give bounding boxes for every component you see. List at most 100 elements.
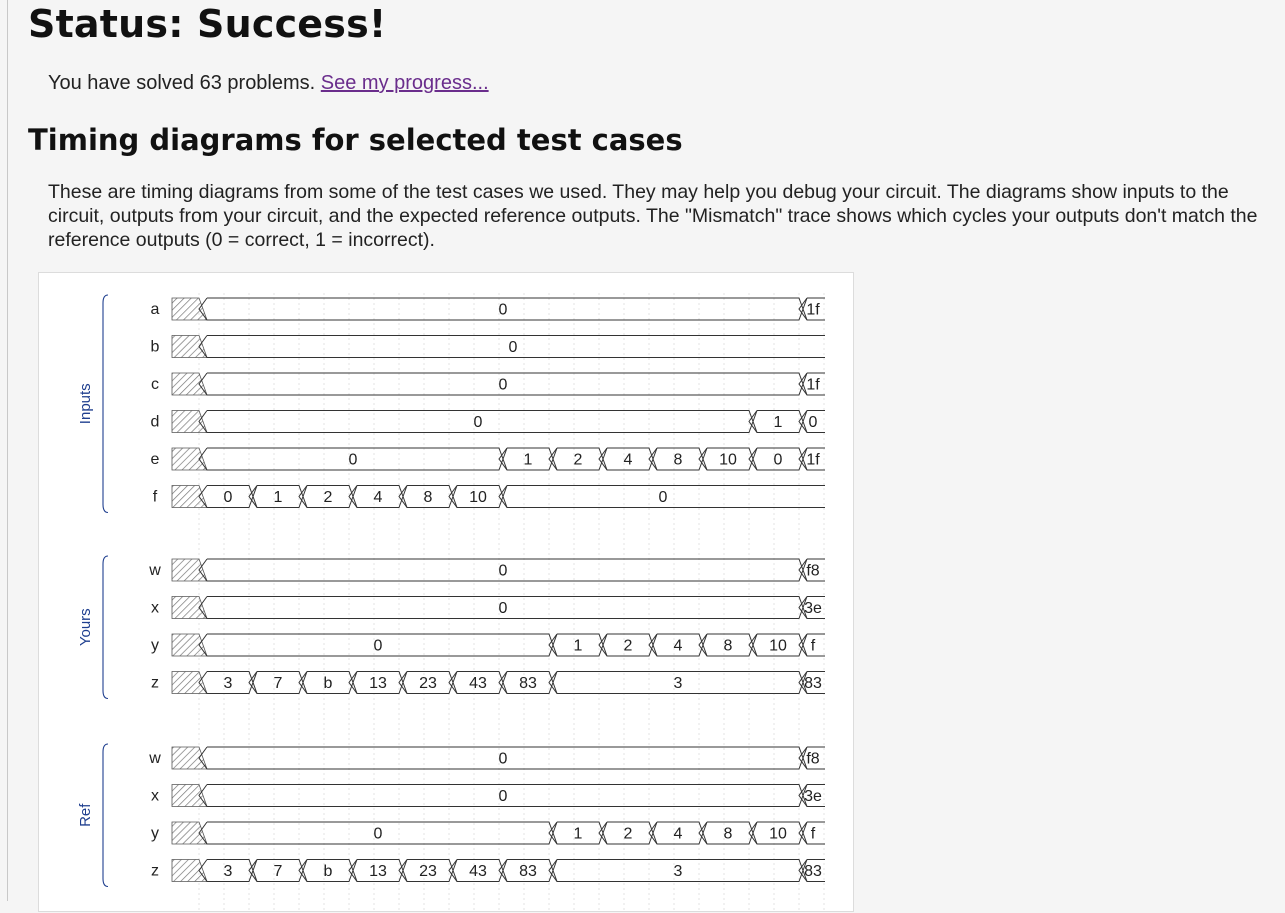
signal-value: 23 bbox=[419, 675, 437, 692]
group-brace bbox=[102, 743, 109, 888]
signal-name: a bbox=[151, 301, 160, 318]
signal-value: 83 bbox=[519, 863, 537, 880]
signal-value: 1 bbox=[574, 638, 583, 655]
undefined-hatch bbox=[171, 335, 208, 358]
timing-diagram-panel: Inputs a 0 1f b 0 c 0 1f d 0 1 0 e 0 1 2 4 8 10 0 1f f 0 1 2 4 8 10 0… bbox=[38, 272, 854, 913]
section-description: These are timing diagrams from some of t… bbox=[48, 181, 1258, 251]
signal-value: 43 bbox=[469, 675, 487, 692]
signal-value: 83 bbox=[804, 675, 822, 692]
signal-value: 2 bbox=[624, 638, 633, 655]
signal-value: 0 bbox=[474, 414, 483, 431]
signal-value: 10 bbox=[469, 489, 487, 506]
solved-count-text: You have solved 63 problems. bbox=[48, 72, 316, 94]
undefined-hatch bbox=[171, 671, 208, 694]
section-title: Timing diagrams for selected test cases bbox=[28, 123, 683, 157]
signal-value: 3 bbox=[224, 675, 233, 692]
signal-value: 1 bbox=[274, 489, 283, 506]
signal-value: 43 bbox=[469, 863, 487, 880]
signal-value: 23 bbox=[419, 863, 437, 880]
signal-value: 2 bbox=[324, 489, 333, 506]
signal-value: 4 bbox=[674, 638, 683, 655]
group-brace bbox=[102, 294, 109, 514]
signal-name: x bbox=[151, 788, 159, 805]
signal-name: c bbox=[151, 376, 159, 393]
signal-value: 3e bbox=[804, 600, 822, 617]
undefined-hatch bbox=[171, 859, 208, 882]
signal-value: 0 bbox=[224, 489, 233, 506]
signal-value: 8 bbox=[724, 638, 733, 655]
signal-value: 1 bbox=[574, 826, 583, 843]
group-label-yours: Yours bbox=[77, 608, 94, 646]
timing-diagram: Inputsa 0 1fb 0c 0 1fd 0 1 0e 0 1 2 4 8 10 0 1ff 0 1 2 4 8 10 0… bbox=[77, 293, 825, 913]
signal-value: 10 bbox=[769, 826, 787, 843]
undefined-hatch bbox=[171, 821, 208, 845]
signal-name: b bbox=[151, 339, 160, 356]
signal-value: f8 bbox=[806, 563, 819, 580]
signal-name: z bbox=[151, 675, 159, 692]
undefined-hatch bbox=[171, 558, 208, 582]
signal-value: 3 bbox=[224, 863, 233, 880]
signal-value: b bbox=[324, 863, 333, 880]
undefined-hatch bbox=[171, 746, 208, 770]
undefined-hatch bbox=[171, 596, 208, 619]
signal-value: f8 bbox=[806, 751, 819, 768]
progress-line: You have solved 63 problems. See my prog… bbox=[48, 70, 489, 96]
signal-value: 8 bbox=[674, 452, 683, 469]
undefined-hatch bbox=[171, 485, 208, 508]
signal-value: 13 bbox=[369, 863, 387, 880]
signal-value: 0 bbox=[374, 826, 383, 843]
signal-value: 10 bbox=[719, 452, 737, 469]
signal-value: 1f bbox=[806, 452, 820, 469]
see-progress-link[interactable]: See my progress... bbox=[321, 72, 489, 94]
signal-name: z bbox=[151, 863, 159, 880]
signal-value: 13 bbox=[369, 675, 387, 692]
signal-value: 0 bbox=[499, 302, 508, 319]
signal-value: 0 bbox=[809, 414, 818, 431]
signal-value: 10 bbox=[769, 638, 787, 655]
signal-value: b bbox=[324, 675, 333, 692]
undefined-hatch bbox=[171, 447, 208, 471]
group-brace bbox=[102, 555, 109, 700]
signal-name: y bbox=[151, 637, 159, 654]
signal-name: f bbox=[153, 489, 158, 506]
page-left-border bbox=[7, 0, 8, 901]
signal-name: d bbox=[151, 414, 160, 431]
signal-value: 3 bbox=[674, 675, 683, 692]
signal-value: 7 bbox=[274, 863, 283, 880]
signal-name: w bbox=[148, 562, 161, 579]
signal-value: f bbox=[811, 638, 816, 655]
undefined-hatch bbox=[171, 297, 208, 321]
signal-value: 7 bbox=[274, 675, 283, 692]
undefined-hatch bbox=[171, 784, 208, 807]
signal-value: 83 bbox=[804, 863, 822, 880]
signal-value: 4 bbox=[674, 826, 683, 843]
signal-value: 1 bbox=[524, 452, 533, 469]
signal-value: 2 bbox=[624, 826, 633, 843]
signal-value: 0 bbox=[499, 600, 508, 617]
signal-value: 1f bbox=[806, 302, 820, 319]
signal-value: 4 bbox=[624, 452, 633, 469]
group-label-ref: Ref bbox=[77, 803, 94, 827]
signal-name: y bbox=[151, 825, 159, 842]
undefined-hatch bbox=[171, 633, 208, 657]
status-title: Status: Success! bbox=[28, 2, 387, 46]
signal-value: 0 bbox=[499, 751, 508, 768]
signal-value: 3 bbox=[674, 863, 683, 880]
signal-value: 0 bbox=[509, 339, 518, 356]
signal-value: 0 bbox=[774, 452, 783, 469]
signal-name: w bbox=[148, 750, 161, 767]
signal-value: 4 bbox=[374, 489, 383, 506]
signal-value: 3e bbox=[804, 788, 822, 805]
signal-value: 0 bbox=[499, 788, 508, 805]
signal-value: f bbox=[811, 826, 816, 843]
signal-value: 8 bbox=[424, 489, 433, 506]
group-label-inputs: Inputs bbox=[77, 383, 94, 424]
signal-value: 1f bbox=[806, 377, 820, 394]
signal-value: 83 bbox=[519, 675, 537, 692]
signal-value: 0 bbox=[349, 452, 358, 469]
signal-name: e bbox=[151, 451, 160, 468]
signal-value: 0 bbox=[659, 489, 668, 506]
signal-value: 0 bbox=[499, 377, 508, 394]
signal-value: 0 bbox=[499, 563, 508, 580]
signal-value: 1 bbox=[774, 414, 783, 431]
